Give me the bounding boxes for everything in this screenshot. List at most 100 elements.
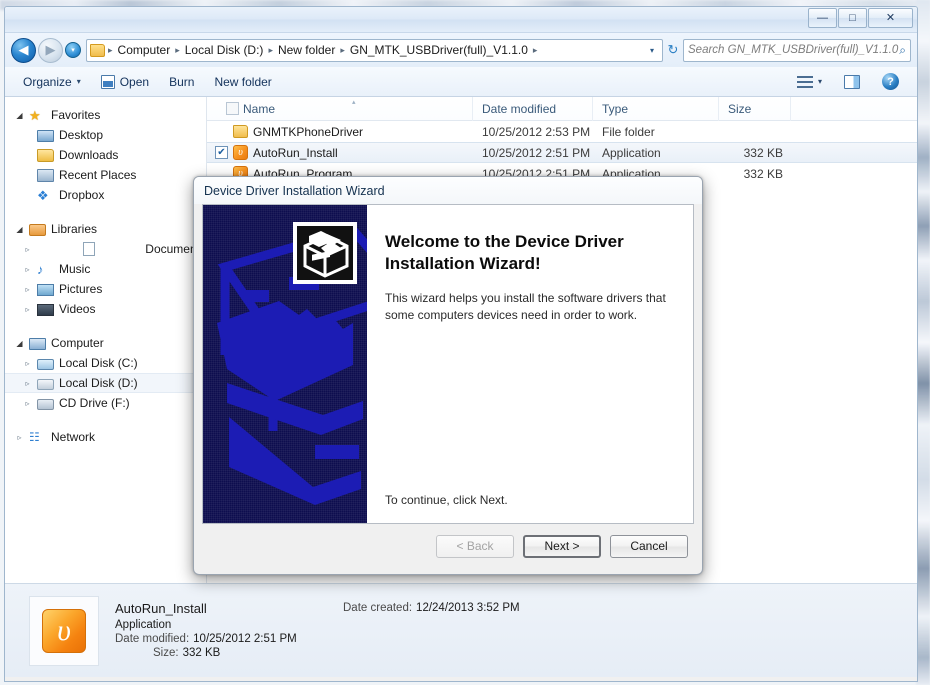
- desktop-background-right: [916, 0, 930, 685]
- pictures-icon: [37, 284, 54, 296]
- breadcrumb-separator[interactable]: ▸: [337, 45, 348, 56]
- computer-icon: [29, 338, 46, 350]
- nav-group-favorites: ◢ ★ Favorites Desktop Downloads Recent P…: [5, 105, 206, 205]
- details-left-column: AutoRun_Install Application Date modifie…: [115, 601, 343, 661]
- cancel-button[interactable]: Cancel: [610, 534, 688, 558]
- window-titlebar[interactable]: — □ ✕: [5, 7, 917, 33]
- videos-icon: [37, 304, 54, 316]
- maximize-button[interactable]: □: [838, 8, 867, 28]
- file-name-label: GNMTKPhoneDriver: [253, 124, 364, 139]
- device-driver-installation-wizard-dialog[interactable]: Device Driver Installation Wizard Welcom…: [193, 176, 703, 575]
- file-thumbnail: υ: [29, 595, 99, 666]
- back-button: < Back: [436, 534, 514, 558]
- search-box[interactable]: Search GN_MTK_USBDriver(full)_V1.1.0 ⌕: [683, 38, 911, 62]
- breadcrumb-computer[interactable]: Computer: [116, 43, 173, 57]
- sidebar-item-desktop[interactable]: Desktop: [5, 125, 206, 145]
- screen: — □ ✕ ◀ ▶ ▾ ▸ Computer ▸ Local Disk (D:): [0, 0, 930, 685]
- sidebar-item-label: Network: [51, 430, 96, 444]
- column-header-size[interactable]: Size: [719, 97, 791, 121]
- recent-pages-button[interactable]: ▾: [65, 42, 81, 58]
- sidebar-item-local-disk-d[interactable]: ▹ Local Disk (D:): [5, 373, 206, 393]
- breadcrumb-separator[interactable]: ▸: [265, 45, 276, 56]
- select-all-checkbox[interactable]: [226, 102, 239, 115]
- minimize-button[interactable]: —: [808, 8, 837, 28]
- details-date-modified-label: Date modified:: [115, 632, 190, 645]
- sidebar-item-network[interactable]: ▹ ☷ Network: [5, 427, 206, 447]
- sidebar-item-music[interactable]: ▹ ♪ Music: [5, 259, 206, 279]
- sidebar-item-libraries[interactable]: ◢ Libraries: [5, 219, 206, 239]
- sidebar-item-dropbox[interactable]: ❖ Dropbox: [5, 185, 206, 205]
- column-header-name[interactable]: Name: [207, 97, 473, 121]
- address-dropdown-icon[interactable]: ▾: [645, 46, 659, 55]
- search-input[interactable]: Search GN_MTK_USBDriver(full)_V1.1.0: [688, 44, 899, 56]
- expander-icon[interactable]: ▹: [23, 265, 32, 274]
- details-size-label: Size:: [153, 646, 179, 659]
- sidebar-item-local-disk-c[interactable]: ▹ Local Disk (C:): [5, 353, 206, 373]
- forward-button[interactable]: ▶: [38, 37, 63, 63]
- breadcrumb-local-disk-d[interactable]: Local Disk (D:): [183, 43, 266, 57]
- sidebar-item-label: Music: [59, 262, 91, 276]
- expander-icon[interactable]: ▹: [23, 359, 32, 368]
- breadcrumb-current-folder[interactable]: GN_MTK_USBDriver(full)_V1.1.0: [348, 43, 530, 57]
- downloads-icon: [37, 149, 54, 162]
- expander-icon[interactable]: ▹: [23, 399, 32, 408]
- breadcrumb-new-folder[interactable]: New folder: [276, 43, 337, 57]
- wizard-banner: [203, 205, 367, 523]
- organize-button[interactable]: Organize ▾: [13, 71, 91, 93]
- row-checkbox[interactable]: ✔: [215, 146, 228, 159]
- expander-icon[interactable]: ◢: [15, 339, 24, 348]
- application-icon: υ: [42, 608, 86, 653]
- sidebar-item-videos[interactable]: ▹ Videos: [5, 299, 206, 319]
- sidebar-item-downloads[interactable]: Downloads: [5, 145, 206, 165]
- preview-pane-button[interactable]: [834, 71, 870, 93]
- file-size-cell: 332 KB: [743, 166, 783, 181]
- table-row[interactable]: ✔ υ AutoRun_Install 10/25/2012 2:51 PM A…: [207, 142, 917, 163]
- expander-icon[interactable]: ▹: [23, 305, 32, 314]
- help-button[interactable]: ?: [872, 69, 909, 94]
- close-button[interactable]: ✕: [868, 8, 913, 28]
- dialog-titlebar[interactable]: Device Driver Installation Wizard: [194, 177, 702, 204]
- back-button[interactable]: ◀: [11, 37, 36, 63]
- sidebar-item-computer[interactable]: ◢ Computer: [5, 333, 206, 353]
- expander-icon[interactable]: ▹: [15, 433, 24, 442]
- open-button[interactable]: Open: [91, 71, 159, 93]
- wizard-description: This wizard helps you install the softwa…: [385, 290, 666, 322]
- new-folder-button[interactable]: New folder: [204, 71, 281, 93]
- breadcrumb-separator[interactable]: ▸: [530, 45, 541, 56]
- address-bar-row: ◀ ▶ ▾ ▸ Computer ▸ Local Disk (D:) ▸ New…: [5, 33, 917, 67]
- table-row[interactable]: GNMTKPhoneDriver 10/25/2012 2:53 PM File…: [207, 121, 917, 142]
- dialog-footer: < Back Next > Cancel: [194, 524, 702, 568]
- navigation-pane[interactable]: ◢ ★ Favorites Desktop Downloads Recent P…: [5, 97, 207, 583]
- file-date-cell: 10/25/2012 2:53 PM: [482, 124, 591, 139]
- details-file-name: AutoRun_Install: [115, 600, 207, 616]
- sidebar-item-recent-places[interactable]: Recent Places: [5, 165, 206, 185]
- details-size-value: 332 KB: [182, 646, 221, 659]
- file-type-cell: File folder: [602, 124, 655, 139]
- expander-icon[interactable]: ◢: [15, 225, 24, 234]
- expander-icon[interactable]: ◢: [15, 111, 24, 120]
- change-view-button[interactable]: ▾: [787, 71, 832, 93]
- refresh-button[interactable]: ↻: [663, 39, 683, 62]
- burn-button[interactable]: Burn: [159, 71, 204, 93]
- column-header-date-modified[interactable]: Date modified: [473, 97, 593, 121]
- file-name-cell[interactable]: ✔ υ AutoRun_Install: [207, 145, 473, 160]
- column-header-label: Name: [243, 101, 276, 116]
- desktop-icon: [37, 130, 54, 142]
- sidebar-item-label: Computer: [51, 336, 104, 350]
- file-name-cell[interactable]: GNMTKPhoneDriver: [207, 125, 473, 139]
- expander-icon[interactable]: ▹: [23, 245, 32, 254]
- sidebar-item-pictures[interactable]: ▹ Pictures: [5, 279, 206, 299]
- drive-d-icon: [37, 379, 54, 390]
- sidebar-item-cd-drive-f[interactable]: ▹ CD Drive (F:): [5, 393, 206, 413]
- sidebar-item-favorites[interactable]: ◢ ★ Favorites: [5, 105, 206, 125]
- network-icon: ☷: [29, 429, 40, 444]
- column-header-type[interactable]: Type: [593, 97, 719, 121]
- address-bar[interactable]: ▸ Computer ▸ Local Disk (D:) ▸ New folde…: [86, 38, 663, 62]
- breadcrumb-separator[interactable]: ▸: [172, 45, 183, 56]
- sidebar-item-documents[interactable]: ▹ Documents: [5, 239, 206, 259]
- expander-icon[interactable]: ▹: [23, 379, 32, 388]
- chevron-down-icon: ▾: [817, 77, 822, 86]
- next-button[interactable]: Next >: [523, 534, 601, 558]
- expander-icon[interactable]: ▹: [23, 285, 32, 294]
- details-date-created: Date created: 12/24/2013 3:52 PM: [343, 602, 520, 614]
